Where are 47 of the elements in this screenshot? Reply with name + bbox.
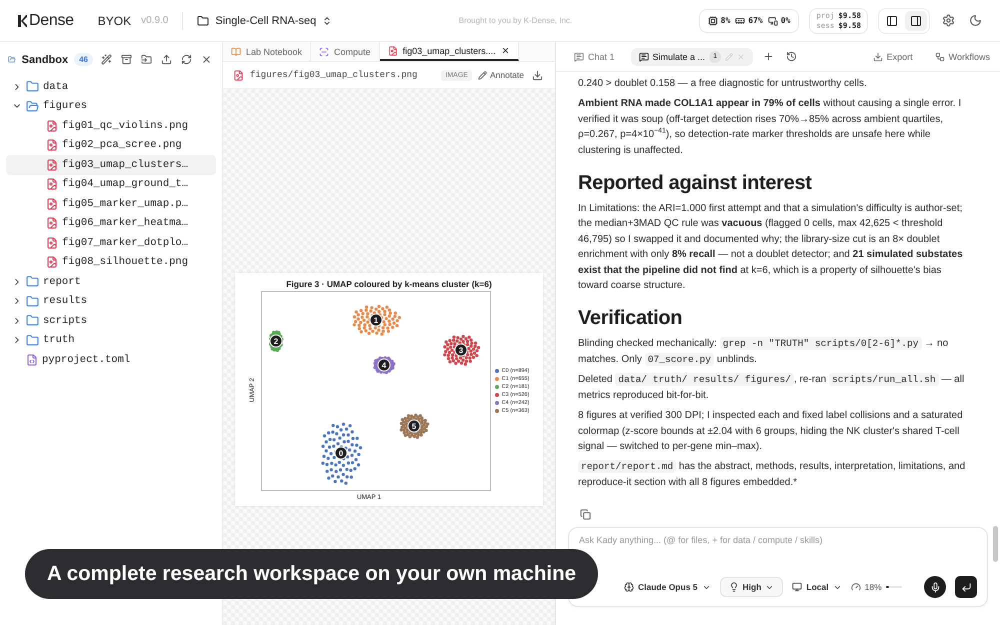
file-tree-item[interactable]: fig07_marker_dotplo… bbox=[6, 233, 216, 252]
export-button[interactable]: Export bbox=[872, 52, 913, 62]
file-tree-item[interactable]: fig05_marker_umap.p… bbox=[6, 194, 216, 214]
message-paragraph: Deleted data/ truth/ results/ figures/ , re-ran scripts/run_all.sh — all metrics reproduced bit-for-bit. bbox=[578, 372, 966, 403]
section-heading: Verification bbox=[578, 306, 684, 330]
sidebar-title: Sandbox bbox=[22, 54, 68, 66]
viewer-tab[interactable]: fig03_umap_clusters.... bbox=[380, 42, 519, 61]
project-selector[interactable]: Single-Cell RNA-seq bbox=[197, 14, 332, 26]
credit-text: Brought to you by K-Dense, Inc. bbox=[458, 16, 574, 25]
file-tree-item[interactable]: scripts bbox=[6, 311, 216, 330]
version-label: v0.9.0 bbox=[141, 15, 168, 26]
effort-selector[interactable]: High bbox=[720, 577, 784, 597]
file-tree-item[interactable]: truth bbox=[6, 330, 216, 350]
file-tree-item[interactable]: pyproject.toml bbox=[6, 350, 216, 370]
message-paragraph: Blinding checked mechanically: grep -n "TRUTH" scripts/0[2-6]*.py → no matches. Only 07_score.py unblinds. bbox=[578, 336, 950, 368]
stat-value: 8% bbox=[720, 16, 730, 25]
edition-label: BYOK bbox=[98, 14, 132, 28]
file-path: figures/fig03_umap_clusters.png bbox=[250, 70, 418, 80]
message-paragraph: 8 figures at verified 300 DPI; I inspected each and fixed label collisions and a saturated colormap (z-score bounds at ±2.04 with 6 groups, hiding the NK cluster's shared T-cell signal — switched to per-gene min–max). bbox=[578, 409, 964, 454]
model-selector[interactable]: Claude Opus 5 bbox=[624, 582, 711, 592]
stat-value: 67% bbox=[748, 16, 763, 25]
caption-banner: A complete research workspace on your own machine bbox=[25, 549, 598, 599]
file-tree-item[interactable]: fig01_qc_violins.png bbox=[6, 116, 216, 136]
message-paragraph: 0.240 > doublet 0.158 — a free diagnostic for untrustworthy cells. bbox=[578, 77, 868, 91]
file-tree-item[interactable]: fig04_umap_ground_t… bbox=[6, 174, 216, 194]
file-tree-item[interactable]: fig08_silhouette.png bbox=[6, 252, 216, 272]
context-usage: 18% bbox=[864, 582, 882, 592]
message-paragraph: report/report.md has the abstract, methods, results, interpretation, limitations, and reproduce-it section with all 8 figures embedded.* bbox=[578, 459, 966, 490]
figure-title: Figure 3 · UMAP coloured by k-means cluster (k=6) bbox=[286, 278, 492, 288]
file-tree-item[interactable]: fig06_marker_heatma… bbox=[6, 214, 216, 233]
message-paragraph: Ambient RNA made COL1A1 appear in 79% of cells without causing a single error. I verified it was soup (off-target detection rises 70%→85% across ambient quartiles, ρ=0.267, p=4×10$^{−41}$), so detection-rate marker thresholds are unsafe here while clustering is unaffected. bbox=[578, 97, 962, 158]
file-tree-item[interactable]: results bbox=[6, 292, 216, 311]
message-paragraph: In Limitations: the ARI=1.000 first attempt and that a simulation's difficulty is author-set; the median+3MAD QC rule was vacuous (flagged 0 cells, max 42,625 < threshold 46,795) so I swapped it and documented why; the library-size cut is an 8× doublet enrichment with only 8% recall — not a doublet detector; and 21 simulated substates exist that the pipeline did not find at k=6, which is a property of silhouette's bias toward coarse structure. bbox=[578, 202, 964, 294]
workflows-button[interactable]: Workflows bbox=[934, 52, 990, 62]
file-tree-item[interactable]: fig03_umap_clusters… bbox=[6, 155, 216, 174]
chat-tab[interactable]: Chat 1 bbox=[566, 48, 623, 64]
viewer-tab[interactable]: Lab Notebook bbox=[223, 42, 312, 61]
stat-value: 0% bbox=[780, 16, 790, 25]
file-tree-item[interactable]: fig02_pca_scree.png bbox=[6, 136, 216, 155]
file-count-badge: 46 bbox=[74, 53, 93, 66]
file-tree-item[interactable]: figures bbox=[6, 96, 216, 116]
file-tree-item[interactable]: report bbox=[6, 272, 216, 292]
section-heading: Reported against interest bbox=[578, 171, 813, 196]
runtime-selector[interactable]: Local bbox=[792, 582, 842, 592]
file-tree-item[interactable]: data bbox=[6, 77, 216, 96]
app-logo: Dense bbox=[29, 12, 74, 30]
annotate-button[interactable]: Annotate bbox=[478, 70, 524, 80]
